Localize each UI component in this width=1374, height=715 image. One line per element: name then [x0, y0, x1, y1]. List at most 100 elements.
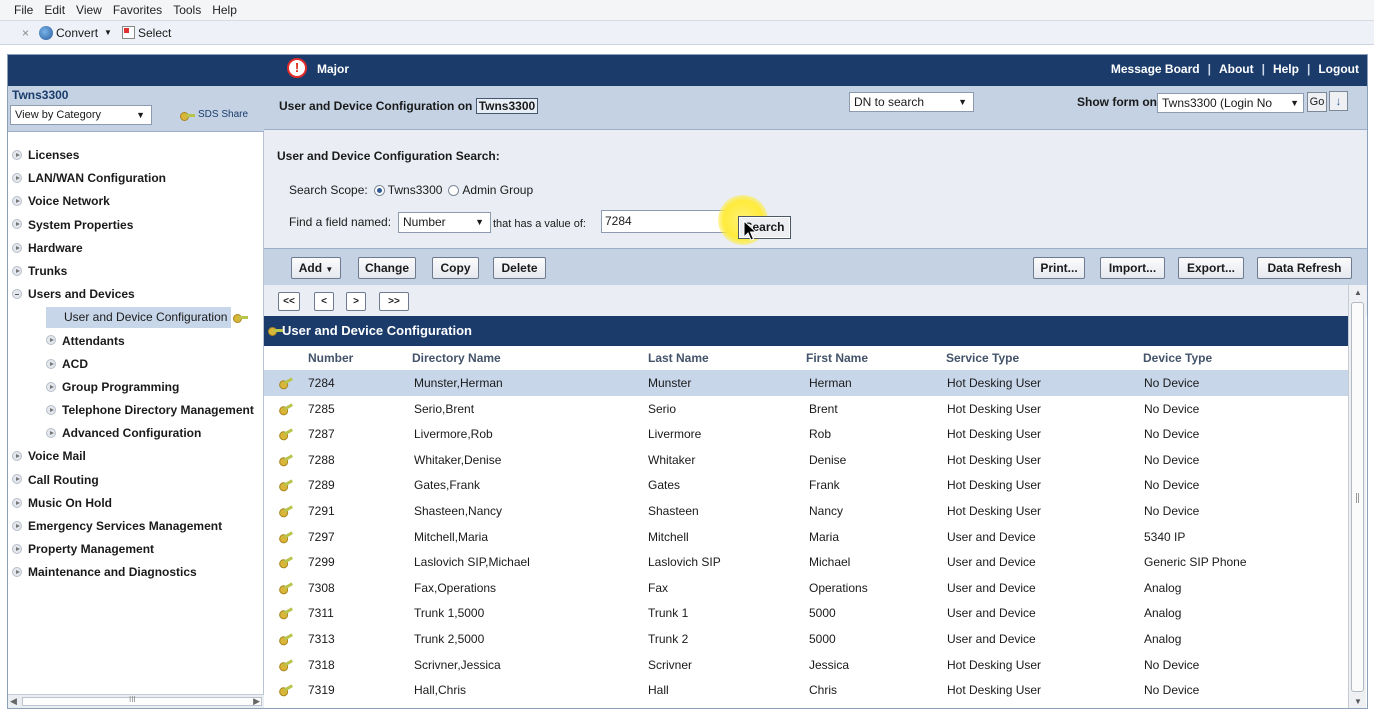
first-page-button[interactable]: <<	[278, 292, 300, 311]
nav-item-group-programming[interactable]: Group Programming	[8, 376, 264, 399]
alarm-icon[interactable]: !	[287, 58, 307, 78]
nav-item-music-on-hold[interactable]: Music On Hold	[8, 492, 264, 515]
nav-item-emergency-services-management[interactable]: Emergency Services Management	[8, 515, 264, 538]
expand-icon[interactable]	[12, 149, 22, 160]
expand-icon[interactable]	[12, 474, 22, 485]
nav-item-voice-network[interactable]: Voice Network	[8, 190, 264, 213]
scroll-down-icon[interactable]: ▼	[1354, 697, 1362, 706]
key-icon[interactable]	[277, 503, 294, 517]
horizontal-scrollbar[interactable]: ◀ III ▶	[8, 694, 264, 708]
nav-item-advanced-configuration[interactable]: Advanced Configuration	[8, 422, 264, 445]
menu-help[interactable]: Help	[212, 3, 237, 17]
table-row[interactable]: 7313 Trunk 2,5000 Trunk 2 5000 User and Devi…	[264, 626, 1348, 652]
close-icon[interactable]: ×	[22, 26, 29, 40]
expand-icon[interactable]	[46, 428, 56, 439]
scroll-thumb[interactable]	[1351, 302, 1364, 692]
nav-item-users-and-devices[interactable]: Users and Devices	[8, 283, 264, 306]
scroll-thumb[interactable]: III	[22, 695, 262, 706]
data-refresh-button[interactable]: Data Refresh	[1257, 257, 1352, 279]
key-icon[interactable]	[277, 477, 294, 491]
nav-item-licenses[interactable]: Licenses	[8, 144, 264, 167]
expand-icon[interactable]	[12, 520, 22, 531]
nav-item-telephone-directory-management[interactable]: Telephone Directory Management	[8, 399, 264, 422]
expand-icon[interactable]	[12, 567, 22, 578]
key-icon[interactable]	[277, 605, 294, 619]
table-row[interactable]: 7284 Munster,Herman Munster Herman Hot Deski…	[264, 370, 1348, 396]
key-icon[interactable]	[277, 528, 294, 542]
menu-view[interactable]: View	[76, 3, 102, 17]
table-row[interactable]: 7319 Hall,Chris Hall Chris Hot Desking User N…	[264, 677, 1348, 703]
expand-icon[interactable]	[46, 404, 56, 415]
column-header-device-type[interactable]: Device Type	[1143, 351, 1212, 365]
dn-search-select[interactable]: DN to search ▼	[849, 92, 974, 112]
nav-item-lan-wan-configuration[interactable]: LAN/WAN Configuration	[8, 167, 264, 190]
last-page-button[interactable]: >>	[379, 292, 409, 311]
expand-icon[interactable]	[12, 497, 22, 508]
menu-favorites[interactable]: Favorites	[113, 3, 162, 17]
help-link[interactable]: Help	[1273, 62, 1299, 76]
key-icon[interactable]	[277, 400, 294, 414]
column-header-number[interactable]: Number	[308, 351, 353, 365]
expand-icon[interactable]	[12, 451, 22, 462]
expand-icon[interactable]	[12, 242, 22, 253]
table-row[interactable]: 7311 Trunk 1,5000 Trunk 1 5000 User and Devi…	[264, 600, 1348, 626]
select-button[interactable]: Select	[121, 26, 171, 40]
expand-icon[interactable]	[12, 265, 22, 276]
scroll-left-icon[interactable]: ◀	[10, 696, 17, 707]
export-button[interactable]: Export...	[1178, 257, 1244, 279]
go-button[interactable]: Go	[1307, 92, 1327, 112]
expand-icon[interactable]	[12, 544, 22, 555]
nav-item-trunks[interactable]: Trunks	[8, 260, 264, 283]
table-row[interactable]: 7297 Mitchell,Maria Mitchell Maria User and …	[264, 524, 1348, 550]
add-button[interactable]: Add ▼	[291, 257, 341, 279]
scope-radio-system[interactable]	[373, 184, 385, 196]
key-icon[interactable]	[277, 426, 294, 440]
table-row[interactable]: 7308 Fax,Operations Fax Operations User and …	[264, 575, 1348, 601]
nav-item-user-and-device-configuration[interactable]: User and Device Configuration	[8, 306, 264, 329]
table-row[interactable]: 7299 Laslovich SIP,Michael Laslovich SIP Mi…	[264, 549, 1348, 575]
key-icon[interactable]	[277, 375, 294, 389]
field-name-select[interactable]: Number ▼	[398, 212, 491, 233]
alarm-level[interactable]: Major	[317, 62, 349, 76]
column-header-last-name[interactable]: Last Name	[648, 351, 709, 365]
expand-icon[interactable]	[12, 219, 22, 230]
key-icon[interactable]	[277, 554, 294, 568]
message-board-link[interactable]: Message Board	[1111, 62, 1200, 76]
expand-icon[interactable]	[46, 381, 56, 392]
column-header-first-name[interactable]: First Name	[806, 351, 868, 365]
key-icon[interactable]	[277, 631, 294, 645]
menu-edit[interactable]: Edit	[44, 3, 65, 17]
expand-icon[interactable]	[46, 358, 56, 369]
scroll-up-icon[interactable]: ▲	[1354, 288, 1362, 297]
key-icon[interactable]	[277, 580, 294, 594]
table-row[interactable]: 7287 Livermore,Rob Livermore Rob Hot Desking…	[264, 421, 1348, 447]
table-row[interactable]: 7289 Gates,Frank Gates Frank Hot Desking Use…	[264, 472, 1348, 498]
expand-icon[interactable]	[12, 173, 22, 184]
nav-item-hardware[interactable]: Hardware	[8, 237, 264, 260]
table-row[interactable]: 7285 Serio,Brent Serio Brent Hot Desking Use…	[264, 396, 1348, 422]
show-form-select[interactable]: Twns3300 (Login No ▼	[1157, 93, 1304, 113]
nav-item-maintenance-and-diagnostics[interactable]: Maintenance and Diagnostics	[8, 561, 264, 584]
download-arrow-icon[interactable]: ↓	[1329, 91, 1348, 111]
column-header-directory-name[interactable]: Directory Name	[412, 351, 501, 365]
change-button[interactable]: Change	[358, 257, 416, 279]
key-icon[interactable]	[277, 656, 294, 670]
next-page-button[interactable]: >	[346, 292, 366, 311]
vertical-scrollbar[interactable]: ▲ ▼	[1348, 285, 1366, 708]
nav-item-property-management[interactable]: Property Management	[8, 538, 264, 561]
expand-icon[interactable]	[12, 196, 22, 207]
scope-radio-admin-group[interactable]	[448, 184, 460, 196]
copy-button[interactable]: Copy	[432, 257, 479, 279]
table-row[interactable]: 7318 Scrivner,Jessica Scrivner Jessica Hot D…	[264, 652, 1348, 678]
key-icon[interactable]	[277, 682, 294, 696]
menu-file[interactable]: File	[14, 3, 33, 17]
expand-icon[interactable]	[46, 335, 56, 346]
search-value-input[interactable]: 7284	[601, 210, 737, 233]
import-button[interactable]: Import...	[1100, 257, 1165, 279]
column-header-service-type[interactable]: Service Type	[946, 351, 1019, 365]
logout-link[interactable]: Logout	[1318, 62, 1359, 76]
nav-item-attendants[interactable]: Attendants	[8, 330, 264, 353]
nav-item-call-routing[interactable]: Call Routing	[8, 469, 264, 492]
nav-item-acd[interactable]: ACD	[8, 353, 264, 376]
nav-item-system-properties[interactable]: System Properties	[8, 214, 264, 237]
